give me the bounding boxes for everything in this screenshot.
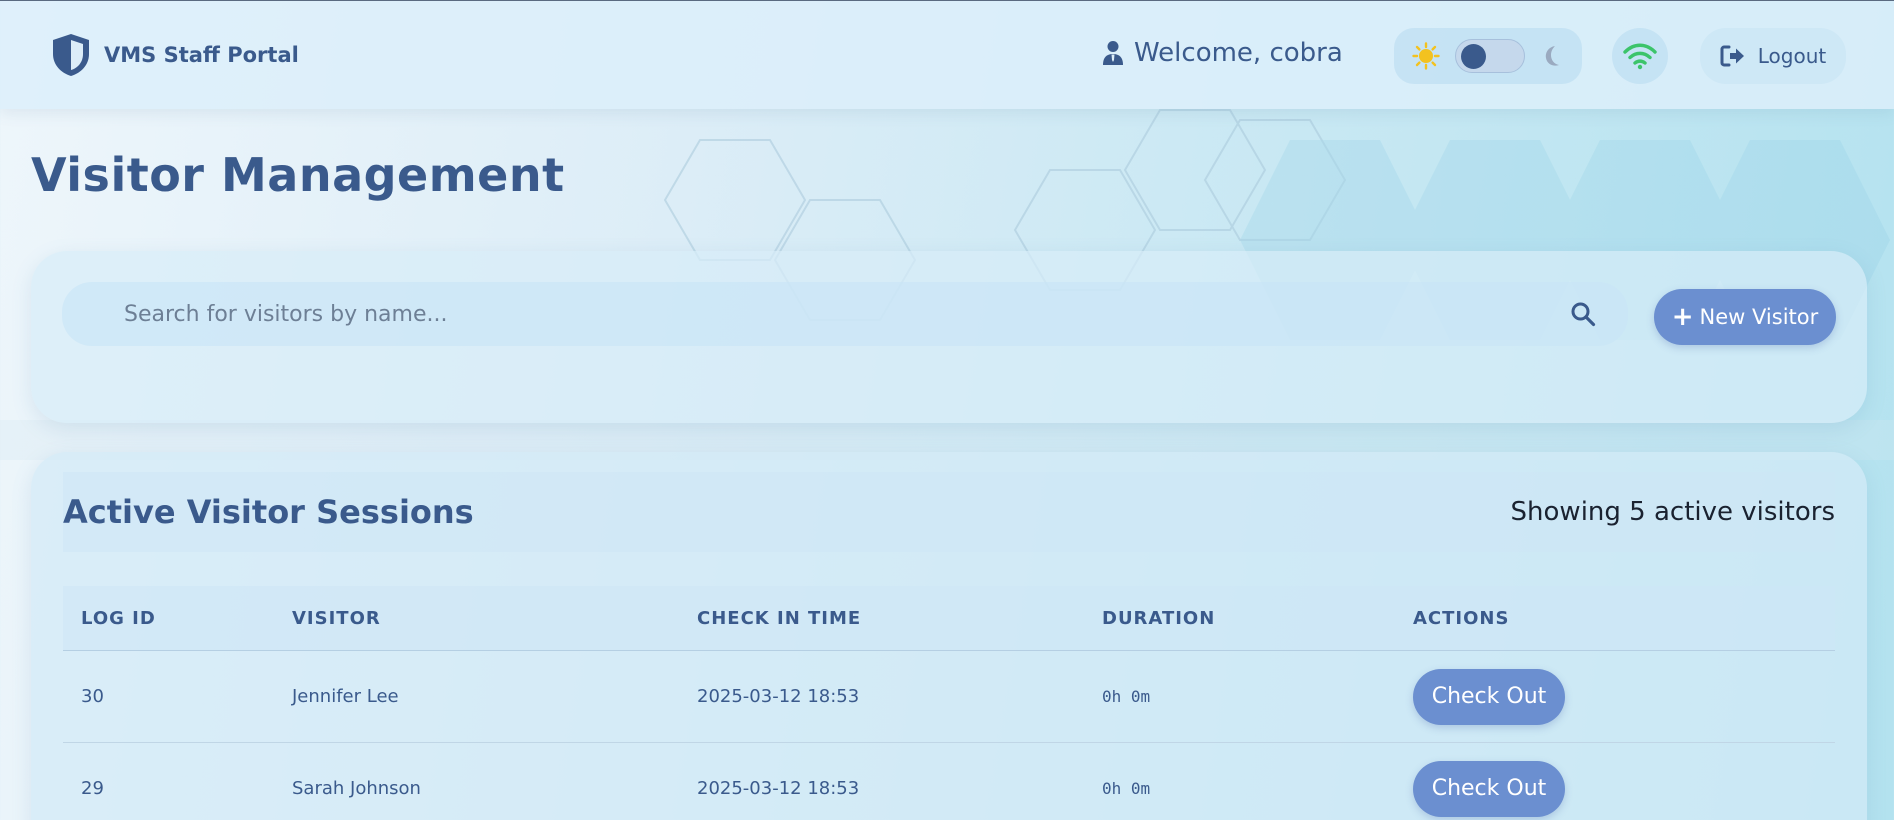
sun-icon: [1412, 42, 1440, 70]
toggle-knob: [1461, 44, 1486, 69]
column-header-visitor[interactable]: VISITOR: [292, 608, 697, 629]
search-panel: + New Visitor: [31, 251, 1867, 423]
welcome-message: Welcome, cobra: [1102, 38, 1343, 68]
moon-icon: [1545, 46, 1559, 66]
new-visitor-label: New Visitor: [1699, 305, 1819, 329]
check-in-cell: 2025-03-12 18:53: [697, 778, 860, 799]
visitor-cell: Sarah Johnson: [292, 778, 421, 799]
sessions-header: Active Visitor Sessions Showing 5 active…: [63, 472, 1835, 552]
sessions-title: Active Visitor Sessions: [63, 493, 474, 531]
plus-icon: +: [1671, 302, 1694, 332]
column-header-check-in[interactable]: CHECK IN TIME: [697, 608, 1102, 629]
brand-title: VMS Staff Portal: [104, 43, 299, 67]
sessions-count: Showing 5 active visitors: [1510, 497, 1835, 527]
active-sessions-panel: Active Visitor Sessions Showing 5 active…: [31, 452, 1867, 820]
visitor-cell: Jennifer Lee: [292, 686, 399, 707]
welcome-text: Welcome, cobra: [1134, 38, 1343, 68]
column-header-actions: ACTIONS: [1413, 607, 1510, 629]
duration-cell: 0h 0m: [1102, 687, 1151, 706]
connection-status[interactable]: [1612, 28, 1668, 84]
column-header-log-id[interactable]: LOG ID: [63, 608, 292, 629]
check-in-cell: 2025-03-12 18:53: [697, 686, 860, 707]
new-visitor-button[interactable]: + New Visitor: [1654, 289, 1836, 345]
theme-switcher: [1394, 28, 1582, 84]
table-row: 29 Sarah Johnson 2025-03-12 18:53 0h 0m …: [63, 743, 1835, 820]
theme-toggle[interactable]: [1455, 39, 1525, 73]
actions-cell: Check Out: [1413, 760, 1835, 817]
log-id-cell: 30: [81, 686, 104, 707]
page-title: Visitor Management: [31, 148, 565, 202]
search-field: [62, 282, 1628, 346]
brand[interactable]: VMS Staff Portal: [50, 32, 299, 78]
wifi-icon: [1623, 43, 1657, 70]
logout-label: Logout: [1757, 44, 1827, 68]
logout-button[interactable]: Logout: [1700, 28, 1846, 84]
check-out-button[interactable]: Check Out: [1413, 668, 1565, 725]
duration-cell: 0h 0m: [1102, 779, 1151, 798]
user-icon: [1103, 41, 1123, 65]
table-header: LOG ID VISITOR CHECK IN TIME DURATION AC…: [63, 586, 1835, 651]
shield-icon: [53, 34, 89, 76]
log-id-cell: 29: [81, 778, 104, 799]
actions-cell: Check Out: [1413, 668, 1835, 725]
sessions-table: LOG ID VISITOR CHECK IN TIME DURATION AC…: [63, 586, 1835, 820]
search-icon[interactable]: [1570, 301, 1596, 327]
column-header-duration[interactable]: DURATION: [1102, 608, 1413, 629]
table-row: 30 Jennifer Lee 2025-03-12 18:53 0h 0m C…: [63, 651, 1835, 743]
logout-icon: [1720, 45, 1744, 67]
check-out-button[interactable]: Check Out: [1413, 760, 1565, 817]
search-input[interactable]: [124, 301, 1570, 327]
top-navbar: VMS Staff Portal Welcome, cobra Logout: [0, 0, 1894, 109]
